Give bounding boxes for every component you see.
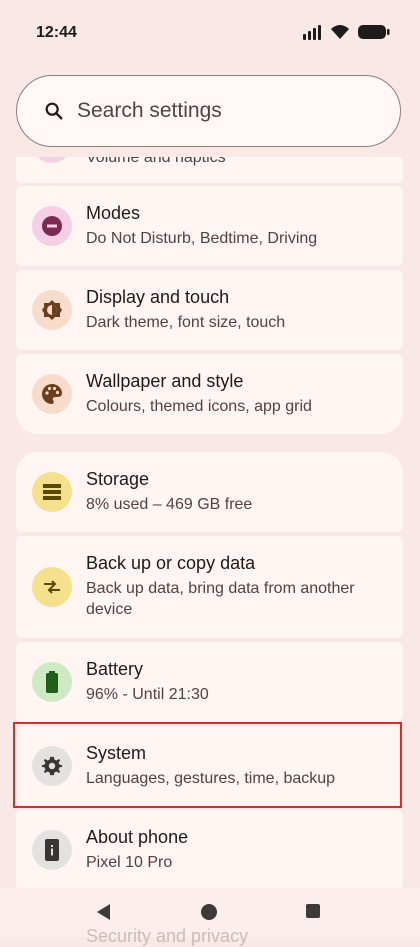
list-item-security-partial[interactable]: Security and privacy [16, 926, 403, 946]
status-bar: 12:44 [0, 0, 420, 66]
list-item-system[interactable]: System Languages, gestures, time, backup [16, 726, 403, 806]
item-title: System [86, 743, 147, 763]
signal-icon [303, 25, 321, 40]
volume-icon [32, 157, 72, 163]
list-item-storage[interactable]: Storage 8% used – 469 GB free [16, 452, 403, 532]
item-subtitle: Do Not Disturb, Bedtime, Driving [86, 230, 318, 247]
item-subtitle: Colours, themed icons, app grid [86, 398, 312, 415]
list-item-wallpaper[interactable]: Wallpaper and style Colours, themed icon… [16, 354, 403, 434]
recents-icon[interactable] [305, 903, 321, 919]
navigation-bar: Security and privacy [0, 888, 420, 946]
item-subtitle: Dark theme, font size, touch [86, 314, 286, 331]
item-title: Storage [86, 469, 150, 489]
list-item-backup[interactable]: Back up or copy data Back up data, bring… [16, 536, 403, 638]
home-icon[interactable] [200, 903, 218, 921]
status-icons [302, 24, 390, 40]
list-item-about[interactable]: About phone Pixel 10 Pro [16, 810, 403, 888]
list-item-display[interactable]: Display and touch Dark theme, font size,… [16, 270, 403, 350]
settings-list[interactable]: Volume and haptics Modes Do Not Disturb,… [16, 157, 404, 888]
item-title: Back up or copy data [86, 553, 256, 573]
item-subtitle: Volume and haptics [86, 157, 226, 166]
storage-icon [32, 472, 72, 512]
search-placeholder: Search settings [77, 99, 222, 122]
search-input[interactable]: Search settings [16, 75, 401, 147]
list-item-volume[interactable]: Volume and haptics [16, 157, 403, 183]
item-subtitle: Pixel 10 Pro [86, 854, 173, 871]
brightness-icon [32, 290, 72, 330]
item-subtitle: 96% - Until 21:30 [86, 686, 209, 703]
clock: 12:44 [36, 24, 77, 41]
battery-status-icon [358, 25, 390, 39]
phone-info-icon [32, 830, 72, 870]
do-not-disturb-icon [32, 206, 72, 246]
gear-icon [32, 746, 72, 786]
back-icon[interactable] [95, 903, 113, 921]
list-item-battery[interactable]: Battery 96% - Until 21:30 [16, 642, 403, 722]
wifi-icon [331, 25, 349, 39]
battery-icon [32, 662, 72, 702]
item-title: Modes [86, 203, 141, 223]
item-subtitle: Languages, gestures, time, backup [86, 770, 336, 787]
item-title: Wallpaper and style [86, 371, 244, 391]
search-icon [45, 102, 63, 120]
item-subtitle: 8% used – 469 GB free [86, 496, 253, 513]
palette-icon [32, 374, 72, 414]
item-title: Display and touch [86, 287, 230, 307]
list-item-modes[interactable]: Modes Do Not Disturb, Bedtime, Driving [16, 186, 403, 266]
item-title: Battery [86, 659, 144, 679]
item-subtitle: Back up data, bring data from another de… [86, 580, 355, 618]
swap-icon [32, 567, 72, 607]
item-title: About phone [86, 827, 189, 847]
